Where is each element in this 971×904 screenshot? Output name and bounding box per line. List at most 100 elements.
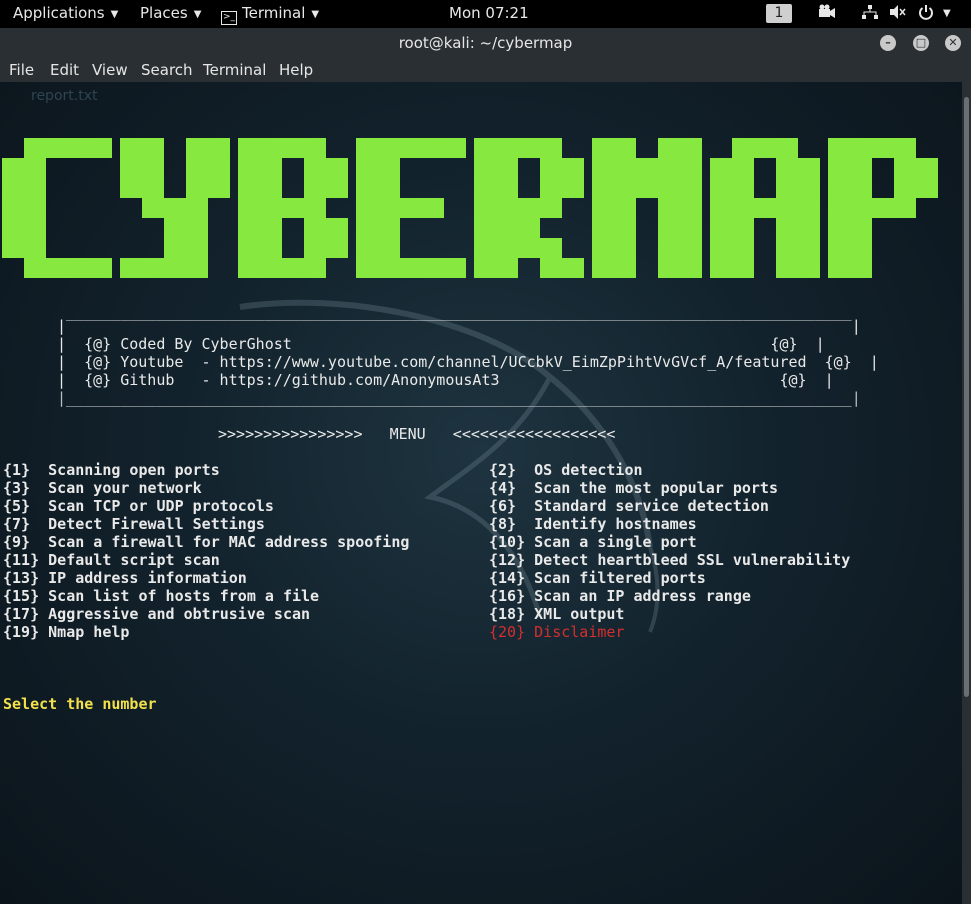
option-14: {14} Scan filtered ports	[489, 569, 706, 587]
logo-pixel	[304, 218, 326, 238]
logo-pixel	[24, 218, 46, 238]
logo-pixel	[68, 138, 90, 158]
logo-pixel	[710, 178, 732, 198]
option-7: {7} Detect Firewall Settings	[3, 515, 265, 533]
logo-pixel	[658, 178, 680, 198]
select-number-prompt[interactable]: Select the number	[3, 695, 157, 713]
logo-pixel	[282, 258, 304, 278]
logo-pixel	[754, 198, 776, 218]
logo-pixel	[2, 198, 24, 218]
logo-pixel	[614, 198, 636, 218]
logo-pixel	[24, 198, 46, 218]
desktop-file-label: report.txt	[31, 88, 98, 104]
power-icon[interactable]	[918, 4, 934, 24]
option-4: {4} Scan the most popular ports	[489, 479, 778, 497]
logo-pixel	[540, 198, 562, 218]
scrollbar-thumb[interactable]	[964, 97, 969, 697]
logo-pixel	[356, 258, 378, 278]
logo-pixel	[680, 198, 702, 218]
logo-pixel	[710, 158, 732, 178]
menu-file[interactable]: File	[9, 61, 34, 79]
logo-pixel	[850, 218, 872, 238]
chevron-down-icon[interactable]: ▼	[943, 8, 951, 19]
logo-pixel	[732, 258, 754, 278]
maximize-button[interactable]: □	[913, 35, 929, 51]
menu-view[interactable]: View	[92, 61, 128, 79]
logo-pixel	[658, 198, 680, 218]
logo-pixel	[356, 178, 378, 198]
logo-pixel	[916, 158, 938, 178]
logo-pixel	[356, 218, 378, 238]
logo-pixel	[732, 198, 754, 218]
option-15: {15} Scan list of hosts from a file	[3, 587, 320, 605]
logo-pixel	[732, 158, 754, 178]
logo-pixel	[636, 178, 658, 198]
logo-pixel	[238, 238, 260, 258]
logo-pixel	[120, 138, 142, 158]
logo-pixel	[776, 198, 798, 218]
logo-pixel	[326, 238, 348, 258]
logo-pixel	[710, 198, 732, 218]
volume-muted-icon[interactable]	[889, 4, 907, 24]
logo-pixel	[614, 138, 636, 158]
logo-pixel	[850, 178, 872, 198]
logo-pixel	[518, 218, 540, 238]
logo-pixel	[474, 198, 496, 218]
logo-pixel	[304, 158, 326, 178]
camera-icon[interactable]	[818, 4, 836, 24]
clock[interactable]: Mon 07:21	[449, 4, 529, 22]
option-16: {16} Scan an IP address range	[489, 587, 751, 605]
logo-pixel	[238, 178, 260, 198]
option-8: {8} Identify hostnames	[489, 515, 697, 533]
option-3: {3} Scan your network	[3, 479, 202, 497]
logo-pixel	[304, 198, 326, 218]
logo-pixel	[238, 138, 260, 158]
logo-pixel	[326, 158, 348, 178]
banner-line-youtube: | {@} Youtube - https://www.youtube.com/…	[57, 353, 879, 371]
logo-pixel	[356, 158, 378, 178]
logo-pixel	[164, 218, 186, 238]
menu-terminal[interactable]: Terminal	[203, 61, 266, 79]
menu-header: >>>>>>>>>>>>>>>> MENU <<<<<<<<<<<<<<<<<<	[218, 425, 616, 443]
terminal-app-menu[interactable]: >_ Terminal ▼	[221, 4, 319, 25]
logo-pixel	[776, 258, 798, 278]
logo-pixel	[496, 178, 518, 198]
logo-pixel	[872, 198, 894, 218]
close-button[interactable]: ✕	[945, 35, 961, 51]
chevron-down-icon: ▼	[110, 9, 119, 20]
menu-edit[interactable]: Edit	[50, 61, 79, 79]
logo-pixel	[518, 138, 540, 158]
logo-pixel	[186, 218, 208, 238]
logo-pixel	[850, 158, 872, 178]
logo-pixel	[378, 218, 400, 238]
cybermap-logo	[2, 138, 938, 278]
menu-help[interactable]: Help	[279, 61, 313, 79]
minimize-button[interactable]: –	[880, 35, 896, 51]
logo-pixel	[422, 198, 444, 218]
applications-menu[interactable]: Applications ▼	[13, 4, 118, 22]
logo-pixel	[850, 238, 872, 258]
terminal-scrollbar[interactable]	[962, 82, 971, 904]
window-titlebar[interactable]: root@kali: ~/cybermap – □ ✕	[0, 28, 971, 58]
logo-pixel	[680, 178, 702, 198]
terminal-view[interactable]: report.txt _____________________________…	[0, 82, 962, 904]
logo-pixel	[2, 238, 24, 258]
top-panel: Applications ▼ Places ▼ >_ Terminal ▼ Mon 07…	[0, 0, 971, 28]
workspace-indicator[interactable]: 1	[766, 4, 792, 23]
network-icon[interactable]	[861, 4, 879, 24]
option-5: {5} Scan TCP or UDP protocols	[3, 497, 274, 515]
logo-pixel	[282, 138, 304, 158]
option-6: {6} Standard service detection	[489, 497, 769, 515]
logo-pixel	[776, 218, 798, 238]
option-20-disclaimer: {20} Disclaimer	[489, 623, 625, 641]
logo-pixel	[326, 218, 348, 238]
logo-pixel	[474, 238, 496, 258]
logo-pixel	[2, 218, 24, 238]
places-menu[interactable]: Places ▼	[140, 4, 201, 22]
menu-search[interactable]: Search	[141, 61, 193, 79]
logo-pixel	[474, 158, 496, 178]
logo-pixel	[614, 178, 636, 198]
logo-pixel	[208, 158, 230, 178]
logo-pixel	[422, 258, 444, 278]
logo-pixel	[828, 138, 850, 158]
